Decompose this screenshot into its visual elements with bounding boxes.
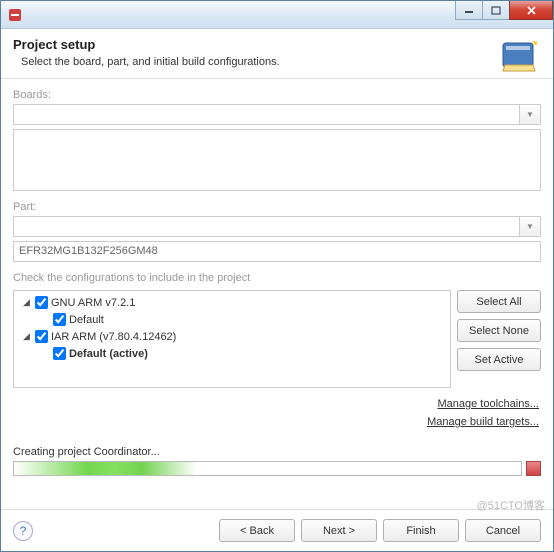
maximize-button[interactable] xyxy=(482,1,510,20)
boards-dropdown-button[interactable]: ▼ xyxy=(520,104,541,125)
tree-checkbox[interactable] xyxy=(35,330,48,343)
tree-item[interactable]: ◢ GNU ARM v7.2.1 xyxy=(17,294,447,311)
part-dropdown-button[interactable]: ▼ xyxy=(520,216,541,237)
tree-checkbox[interactable] xyxy=(35,296,48,309)
help-button[interactable]: ? xyxy=(13,521,33,541)
next-button[interactable]: Next > xyxy=(301,519,377,542)
watermark: @51CTO博客 xyxy=(477,497,545,513)
tree-item[interactable]: ◢ IAR ARM (v7.80.4.12462) xyxy=(17,328,447,345)
part-label: Part: xyxy=(13,201,541,213)
boards-list[interactable] xyxy=(13,129,541,191)
progress-fill xyxy=(14,462,197,475)
select-none-button[interactable]: Select None xyxy=(457,319,541,342)
header-title: Project setup xyxy=(13,37,541,52)
dialog-footer: ? < Back Next > Finish Cancel xyxy=(1,509,553,551)
boards-input[interactable] xyxy=(13,104,520,125)
tree-item-label: Default xyxy=(69,314,104,326)
part-combo: ▼ xyxy=(13,216,541,237)
manage-targets-link[interactable]: Manage build targets... xyxy=(13,416,539,428)
set-active-button[interactable]: Set Active xyxy=(457,348,541,371)
part-value: EFR32MG1B132F256GM48 xyxy=(13,241,541,262)
dialog-content: Boards: ▼ Part: ▼ EFR32MG1B132F256GM48 C… xyxy=(1,79,553,446)
back-button[interactable]: < Back xyxy=(219,519,295,542)
finish-button[interactable]: Finish xyxy=(383,519,459,542)
progress-area: Creating project Coordinator... xyxy=(1,446,553,476)
chevron-down-icon: ▼ xyxy=(526,222,534,231)
minimize-button[interactable] xyxy=(455,1,483,20)
cancel-button[interactable]: Cancel xyxy=(465,519,541,542)
tree-item-label: Default (active) xyxy=(69,348,148,360)
help-icon: ? xyxy=(20,524,27,538)
links-area: Manage toolchains... Manage build target… xyxy=(13,388,541,436)
boards-label: Boards: xyxy=(13,89,541,101)
config-tree[interactable]: ◢ GNU ARM v7.2.1 Default ◢ IAR ARM (v7.80.4.… xyxy=(13,290,451,388)
tree-item-label: IAR ARM (v7.80.4.12462) xyxy=(51,331,176,343)
app-icon xyxy=(7,7,23,23)
chevron-down-icon: ▼ xyxy=(526,110,534,119)
tree-expander-icon[interactable]: ◢ xyxy=(21,331,32,342)
config-hint: Check the configurations to include in t… xyxy=(13,272,541,284)
header-subtitle: Select the board, part, and initial buil… xyxy=(13,56,541,68)
tree-expander-icon[interactable]: ◢ xyxy=(21,297,32,308)
part-input[interactable] xyxy=(13,216,520,237)
tree-checkbox[interactable] xyxy=(53,313,66,326)
tree-checkbox[interactable] xyxy=(53,347,66,360)
titlebar xyxy=(1,1,553,29)
progress-label: Creating project Coordinator... xyxy=(13,446,541,458)
select-all-button[interactable]: Select All xyxy=(457,290,541,313)
progress-bar xyxy=(13,461,522,476)
dialog-window: Project setup Select the board, part, an… xyxy=(0,0,554,552)
tree-item[interactable]: Default (active) xyxy=(17,345,447,362)
stop-button[interactable] xyxy=(526,461,541,476)
wizard-icon xyxy=(495,37,541,77)
boards-combo: ▼ xyxy=(13,104,541,125)
tree-item-label: GNU ARM v7.2.1 xyxy=(51,297,135,309)
close-button[interactable] xyxy=(509,1,553,20)
manage-toolchains-link[interactable]: Manage toolchains... xyxy=(13,398,539,410)
tree-item[interactable]: Default xyxy=(17,311,447,328)
dialog-header: Project setup Select the board, part, an… xyxy=(1,29,553,79)
